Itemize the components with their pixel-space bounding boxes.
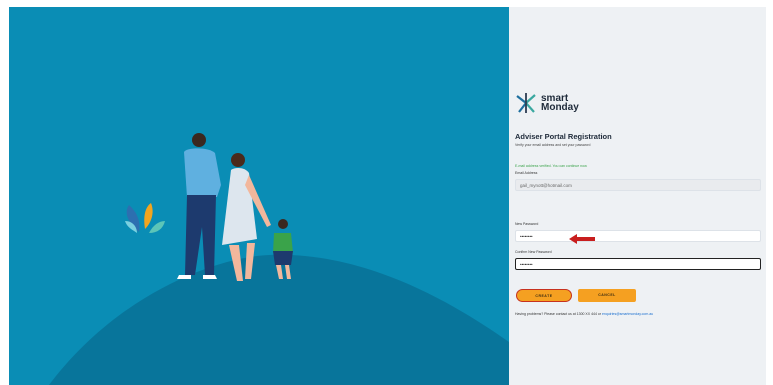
page-title: Adviser Portal Registration	[515, 132, 612, 141]
create-button[interactable]: CREATE	[516, 289, 572, 302]
confirm-password-label: Confirm New Password	[515, 250, 552, 254]
registration-panel: smart Monday Adviser Portal Registration…	[509, 7, 766, 385]
cancel-button[interactable]: CANCEL	[578, 289, 636, 302]
hero-illustration	[9, 7, 509, 385]
arrow-left-icon	[569, 231, 595, 249]
help-message: Having problems? Please contact us at 13…	[515, 312, 601, 316]
page-subtitle: Verify your email address and set your p…	[515, 143, 591, 147]
help-text: Having problems? Please contact us at 13…	[515, 312, 653, 316]
success-message: E-mail address verified. You can continu…	[515, 164, 588, 168]
family-illustration	[49, 133, 509, 385]
smartmonday-logo-icon	[516, 93, 536, 113]
new-password-field[interactable]: ••••••••	[515, 230, 761, 242]
help-email-link[interactable]: enquiries@smartmonday.com.au	[602, 312, 653, 316]
email-field[interactable]: gail_mynott@hotmail.com	[515, 179, 761, 191]
brand-line-2: Monday	[541, 102, 579, 113]
brand-logo: smart Monday	[515, 92, 579, 114]
new-password-label: New Password	[515, 222, 539, 226]
page-frame: smart Monday Adviser Portal Registration…	[9, 7, 766, 385]
confirm-password-field[interactable]: ••••••••	[515, 258, 761, 270]
email-label: Email Address	[515, 171, 538, 175]
